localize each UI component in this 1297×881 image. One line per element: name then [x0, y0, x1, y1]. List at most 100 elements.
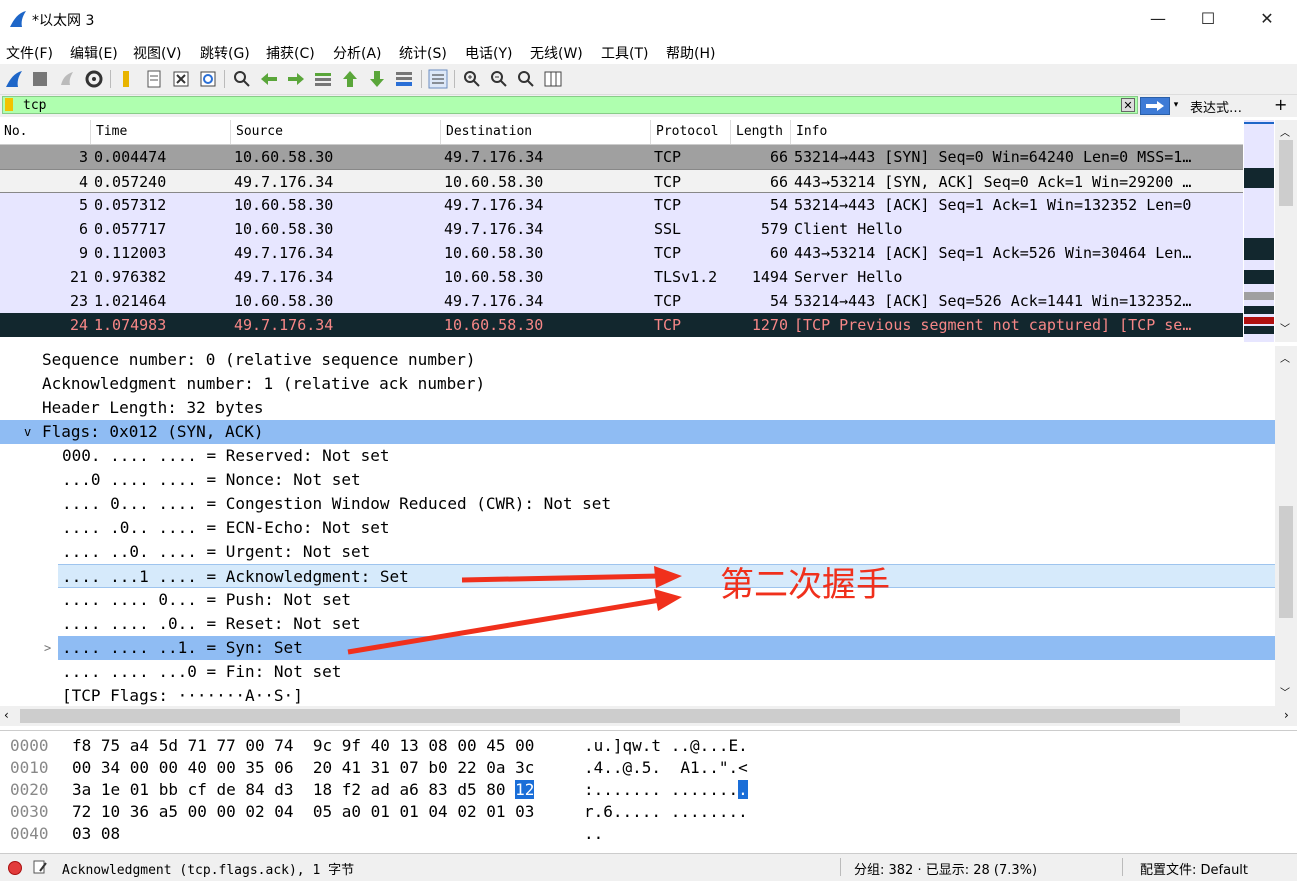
menu-help[interactable]: 帮助(H) [666, 43, 715, 63]
tree-node[interactable]: .... .... ...0 = Fin: Not set [0, 660, 1275, 684]
tree-node-syn-flag[interactable]: > .... .... ..1. = Syn: Set [44, 636, 1275, 660]
scroll-right-icon[interactable]: › [1284, 708, 1289, 722]
open-folder-icon[interactable] [116, 69, 136, 89]
detail-scrollbar[interactable]: ︿ ﹀ [1275, 346, 1297, 706]
filter-bookmark-icon[interactable] [5, 98, 13, 111]
expression-button[interactable]: 表达式… [1190, 97, 1242, 116]
tree-node[interactable]: .... .... .0.. = Reset: Not set [0, 612, 1275, 636]
menu-go[interactable]: 跳转(G) [200, 43, 250, 63]
col-header-no[interactable]: No. [4, 124, 27, 139]
scroll-left-icon[interactable]: ‹ [4, 708, 9, 722]
tree-node[interactable]: Acknowledgment number: 1 (relative ack n… [0, 372, 1275, 396]
go-back-icon[interactable] [259, 69, 279, 89]
menu-telephony[interactable]: 电话(Y) [465, 43, 512, 63]
hex-bytes[interactable]: 03 08 [72, 823, 120, 845]
packet-row[interactable]: 6 0.057717 10.60.58.30 49.7.176.34 SSL 5… [0, 217, 1243, 241]
hex-bytes[interactable]: f8 75 a4 5d 71 77 00 74 9c 9f 40 13 08 0… [72, 735, 534, 757]
packet-row[interactable]: 3 0.004474 10.60.58.30 49.7.176.34 TCP 6… [0, 145, 1243, 169]
tree-node[interactable]: [TCP Flags: ·······A··S·] [0, 684, 1275, 706]
packet-list-scrollbar[interactable]: ︿ ﹀ [1275, 120, 1297, 342]
menu-analyze[interactable]: 分析(A) [333, 43, 382, 63]
tree-node[interactable]: Sequence number: 0 (relative sequence nu… [0, 348, 1275, 372]
tree-node[interactable]: .... 0... .... = Congestion Window Reduc… [0, 492, 1275, 516]
packet-row[interactable]: 4 0.057240 49.7.176.34 10.60.58.30 TCP 6… [0, 169, 1243, 193]
zoom-out-icon[interactable] [489, 69, 509, 89]
packet-row[interactable]: 24 1.074983 49.7.176.34 10.60.58.30 TCP … [0, 313, 1243, 337]
restart-icon[interactable] [57, 69, 77, 89]
hex-selected-byte[interactable]: 12 [515, 780, 535, 799]
shark-fin-icon[interactable] [4, 69, 24, 89]
add-filter-button[interactable]: + [1274, 95, 1287, 114]
close-button[interactable]: ✕ [1244, 4, 1290, 34]
chevron-right-icon[interactable]: > [44, 636, 51, 660]
go-forward-icon[interactable] [286, 69, 306, 89]
menu-statistics[interactable]: 统计(S) [399, 43, 447, 63]
menu-wireless[interactable]: 无线(W) [530, 43, 583, 63]
chevron-down-icon[interactable]: v [24, 420, 31, 444]
scroll-down-icon[interactable]: ﹀ [1280, 684, 1290, 699]
hex-selected-char[interactable]: . [738, 780, 748, 799]
zoom-in-icon[interactable] [462, 69, 482, 89]
col-header-length[interactable]: Length [736, 124, 783, 139]
tree-node[interactable]: 000. .... .... = Reserved: Not set [0, 444, 1275, 468]
tree-node[interactable]: .... .0.. .... = ECN-Echo: Not set [0, 516, 1275, 540]
display-filter-input[interactable]: tcp [2, 96, 1138, 114]
edit-comment-icon[interactable] [32, 859, 48, 875]
filter-history-dropdown-icon[interactable]: ▾ [1170, 97, 1182, 113]
col-header-source[interactable]: Source [236, 124, 283, 139]
menu-capture[interactable]: 捕获(C) [266, 43, 315, 63]
col-header-protocol[interactable]: Protocol [656, 124, 719, 139]
autoscroll-icon[interactable] [394, 69, 414, 89]
scroll-down-icon[interactable]: ﹀ [1280, 320, 1290, 335]
stop-icon[interactable] [30, 69, 50, 89]
hex-bytes[interactable]: 3a 1e 01 bb cf de 84 d3 18 f2 ad a6 83 d… [72, 779, 535, 801]
menu-view[interactable]: 视图(V) [133, 43, 182, 63]
close-file-icon[interactable] [171, 69, 191, 89]
hex-bytes[interactable]: 72 10 36 a5 00 00 02 04 05 a0 01 01 04 0… [72, 801, 534, 823]
hex-ascii[interactable]: .. [584, 823, 603, 845]
hex-bytes[interactable]: 00 34 00 00 40 00 35 06 20 41 31 07 b0 2… [72, 757, 534, 779]
hex-ascii[interactable]: .4..@.5. A1..".< [584, 757, 748, 779]
go-to-packet-icon[interactable] [313, 69, 333, 89]
resize-columns-icon[interactable] [543, 69, 563, 89]
tree-node-flags[interactable]: v Flags: 0x012 (SYN, ACK) [0, 420, 1275, 444]
normal-size-icon[interactable] [516, 69, 536, 89]
col-header-time[interactable]: Time [96, 124, 127, 139]
first-packet-icon[interactable] [340, 69, 360, 89]
tree-node-ack-flag[interactable]: .... ...1 .... = Acknowledgment: Set [58, 564, 1275, 588]
scroll-up-icon[interactable]: ︿ [1280, 350, 1290, 365]
scroll-up-icon[interactable]: ︿ [1280, 124, 1290, 139]
menu-file[interactable]: 文件(F) [6, 43, 53, 63]
tree-node[interactable]: ...0 .... .... = Nonce: Not set [0, 468, 1275, 492]
hex-ascii[interactable]: :....... ........ [584, 779, 748, 801]
search-icon[interactable] [232, 69, 252, 89]
maximize-button[interactable]: ☐ [1185, 4, 1231, 34]
expert-info-icon[interactable] [8, 861, 22, 875]
scroll-thumb[interactable] [20, 709, 1180, 723]
tree-node[interactable]: Header Length: 32 bytes [0, 396, 1275, 420]
menu-tools[interactable]: 工具(T) [601, 43, 648, 63]
packet-minimap[interactable] [1244, 120, 1274, 342]
col-header-destination[interactable]: Destination [446, 124, 532, 139]
file-icon[interactable] [144, 69, 164, 89]
tree-node[interactable]: .... .... 0... = Push: Not set [0, 588, 1275, 612]
apply-filter-arrow-icon[interactable] [1140, 97, 1170, 115]
scroll-thumb[interactable] [1279, 506, 1293, 618]
clear-filter-button[interactable]: ✕ [1121, 98, 1135, 112]
scroll-thumb[interactable] [1279, 140, 1293, 206]
packet-row[interactable]: 21 0.976382 49.7.176.34 10.60.58.30 TLSv… [0, 265, 1243, 289]
packet-row[interactable]: 23 1.021464 10.60.58.30 49.7.176.34 TCP … [0, 289, 1243, 313]
detail-horizontal-scrollbar[interactable]: ‹ › [0, 706, 1297, 726]
hex-ascii[interactable]: r.6..... ........ [584, 801, 748, 823]
menu-edit[interactable]: 编辑(E) [70, 43, 118, 63]
last-packet-icon[interactable] [367, 69, 387, 89]
tree-node[interactable]: .... ..0. .... = Urgent: Not set [0, 540, 1275, 564]
colorize-icon[interactable] [428, 69, 448, 89]
options-gear-icon[interactable] [84, 69, 104, 89]
packet-row[interactable]: 5 0.057312 10.60.58.30 49.7.176.34 TCP 5… [0, 193, 1243, 217]
reload-icon[interactable] [198, 69, 218, 89]
hex-ascii[interactable]: .u.]qw.t ..@...E. [584, 735, 748, 757]
col-header-info[interactable]: Info [796, 124, 827, 139]
packet-row[interactable]: 9 0.112003 49.7.176.34 10.60.58.30 TCP 6… [0, 241, 1243, 265]
minimize-button[interactable]: — [1135, 4, 1181, 34]
